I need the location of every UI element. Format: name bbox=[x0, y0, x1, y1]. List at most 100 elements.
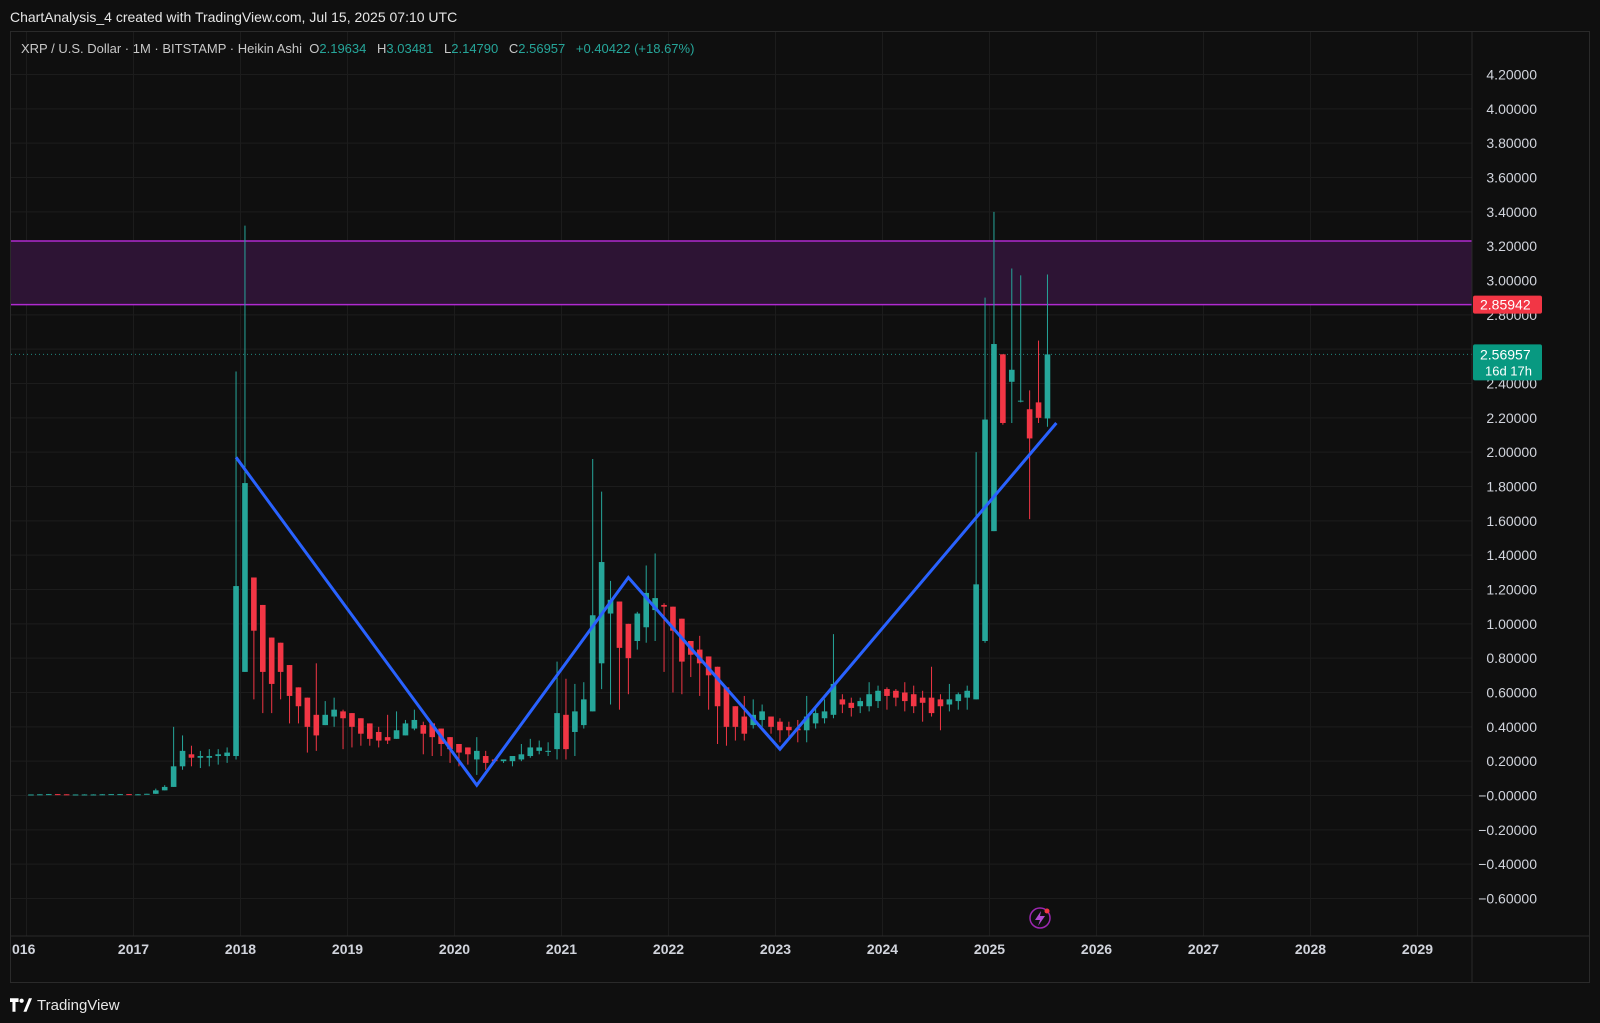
candle[interactable] bbox=[839, 694, 846, 714]
footer-brand[interactable]: TradingView bbox=[10, 993, 120, 1017]
event-lightning-icon[interactable] bbox=[1029, 907, 1051, 929]
candle[interactable] bbox=[973, 452, 979, 700]
candle[interactable] bbox=[696, 635, 703, 696]
candle[interactable] bbox=[304, 697, 311, 753]
candle[interactable] bbox=[420, 721, 427, 755]
candle[interactable] bbox=[875, 685, 881, 708]
candle[interactable] bbox=[830, 634, 837, 719]
candle[interactable] bbox=[937, 694, 944, 731]
candle[interactable] bbox=[670, 606, 676, 693]
candle[interactable] bbox=[402, 719, 409, 736]
candle[interactable] bbox=[777, 718, 783, 743]
candle[interactable] bbox=[589, 459, 596, 712]
candle[interactable] bbox=[393, 711, 400, 739]
candle[interactable] bbox=[340, 709, 346, 750]
candle[interactable] bbox=[349, 713, 355, 748]
candle[interactable] bbox=[821, 699, 828, 724]
candle[interactable] bbox=[28, 794, 34, 796]
candle[interactable] bbox=[723, 687, 730, 746]
candle[interactable] bbox=[928, 666, 935, 717]
candle[interactable] bbox=[37, 794, 43, 796]
candle[interactable] bbox=[251, 577, 257, 700]
candle[interactable] bbox=[500, 759, 507, 763]
candle[interactable] bbox=[616, 601, 623, 710]
candle[interactable] bbox=[679, 618, 685, 695]
candle[interactable] bbox=[72, 794, 79, 796]
price-chart[interactable]: 4.20000 4.00000 3.80000 3.60000 3.40000 3.200… bbox=[10, 31, 1590, 983]
candle[interactable] bbox=[233, 371, 239, 760]
candle[interactable] bbox=[527, 738, 534, 758]
candle[interactable] bbox=[179, 735, 186, 770]
candle[interactable] bbox=[135, 794, 141, 796]
candle[interactable] bbox=[866, 682, 872, 712]
candle[interactable] bbox=[946, 683, 953, 712]
candle[interactable] bbox=[634, 611, 641, 650]
candle[interactable] bbox=[366, 723, 373, 746]
candle[interactable] bbox=[901, 682, 908, 712]
candle[interactable] bbox=[161, 785, 168, 791]
candle[interactable] bbox=[144, 793, 150, 795]
last-price-label[interactable]: 2.5695716d 17h bbox=[1473, 344, 1542, 381]
candle[interactable] bbox=[1035, 340, 1042, 423]
candle[interactable] bbox=[206, 749, 213, 767]
candle[interactable] bbox=[652, 553, 658, 641]
candle[interactable] bbox=[580, 682, 587, 729]
candle[interactable] bbox=[259, 604, 266, 714]
candle[interactable] bbox=[277, 642, 284, 700]
candle[interactable] bbox=[572, 683, 578, 757]
candle[interactable] bbox=[910, 685, 917, 714]
candle[interactable] bbox=[768, 716, 774, 734]
resistance-price-label[interactable]: 2.85942 bbox=[1473, 295, 1542, 314]
candle[interactable] bbox=[384, 714, 391, 744]
resistance-zone[interactable] bbox=[11, 241, 1472, 305]
candle[interactable] bbox=[117, 793, 123, 796]
candle[interactable] bbox=[848, 697, 855, 717]
candle[interactable] bbox=[955, 692, 962, 710]
candle[interactable] bbox=[473, 737, 480, 775]
candle[interactable] bbox=[1000, 354, 1006, 425]
candle[interactable] bbox=[268, 637, 275, 714]
candle[interactable] bbox=[197, 750, 204, 769]
candle[interactable] bbox=[563, 678, 569, 760]
candle[interactable] bbox=[358, 718, 364, 746]
candle[interactable] bbox=[63, 794, 70, 796]
candle[interactable] bbox=[465, 747, 471, 765]
candle[interactable] bbox=[893, 689, 899, 707]
candle[interactable] bbox=[286, 665, 293, 724]
candle[interactable] bbox=[759, 704, 765, 727]
candle[interactable] bbox=[643, 565, 650, 643]
candle[interactable] bbox=[884, 687, 890, 710]
candle[interactable] bbox=[126, 794, 132, 796]
candle[interactable] bbox=[482, 750, 489, 770]
candle[interactable] bbox=[54, 794, 61, 796]
candle[interactable] bbox=[919, 690, 926, 722]
candle[interactable] bbox=[90, 794, 97, 796]
candle[interactable] bbox=[170, 726, 177, 787]
candle[interactable] bbox=[295, 687, 302, 724]
candle[interactable] bbox=[224, 747, 230, 763]
candle[interactable] bbox=[152, 788, 159, 794]
time-axis[interactable]: 016 2017 2018 2019 2020 2021 2022 2023 2024 2025 2… bbox=[12, 941, 1433, 957]
candle[interactable] bbox=[741, 695, 748, 741]
candle[interactable] bbox=[331, 697, 337, 727]
candle[interactable] bbox=[313, 663, 320, 751]
candle[interactable] bbox=[857, 697, 864, 714]
candle[interactable] bbox=[625, 623, 632, 695]
candle[interactable] bbox=[750, 699, 757, 729]
candle[interactable] bbox=[509, 756, 516, 767]
candle[interactable] bbox=[322, 701, 329, 726]
candle[interactable] bbox=[99, 794, 106, 796]
candle[interactable] bbox=[81, 794, 88, 796]
candle[interactable] bbox=[215, 749, 222, 765]
candle[interactable] bbox=[545, 742, 551, 757]
candle[interactable] bbox=[375, 726, 382, 748]
candle[interactable] bbox=[536, 740, 543, 755]
symbol-title[interactable]: XRP / U.S. Dollar · 1M · BITSTAMP · Heik… bbox=[21, 41, 302, 56]
candle[interactable] bbox=[411, 709, 418, 731]
candle[interactable] bbox=[732, 706, 739, 741]
candle[interactable] bbox=[518, 744, 525, 762]
price-axis[interactable]: 4.20000 4.00000 3.80000 3.60000 3.40000 3.200… bbox=[1478, 67, 1537, 907]
candle[interactable] bbox=[45, 793, 52, 796]
candle[interactable] bbox=[108, 794, 115, 796]
candle[interactable] bbox=[964, 685, 971, 710]
